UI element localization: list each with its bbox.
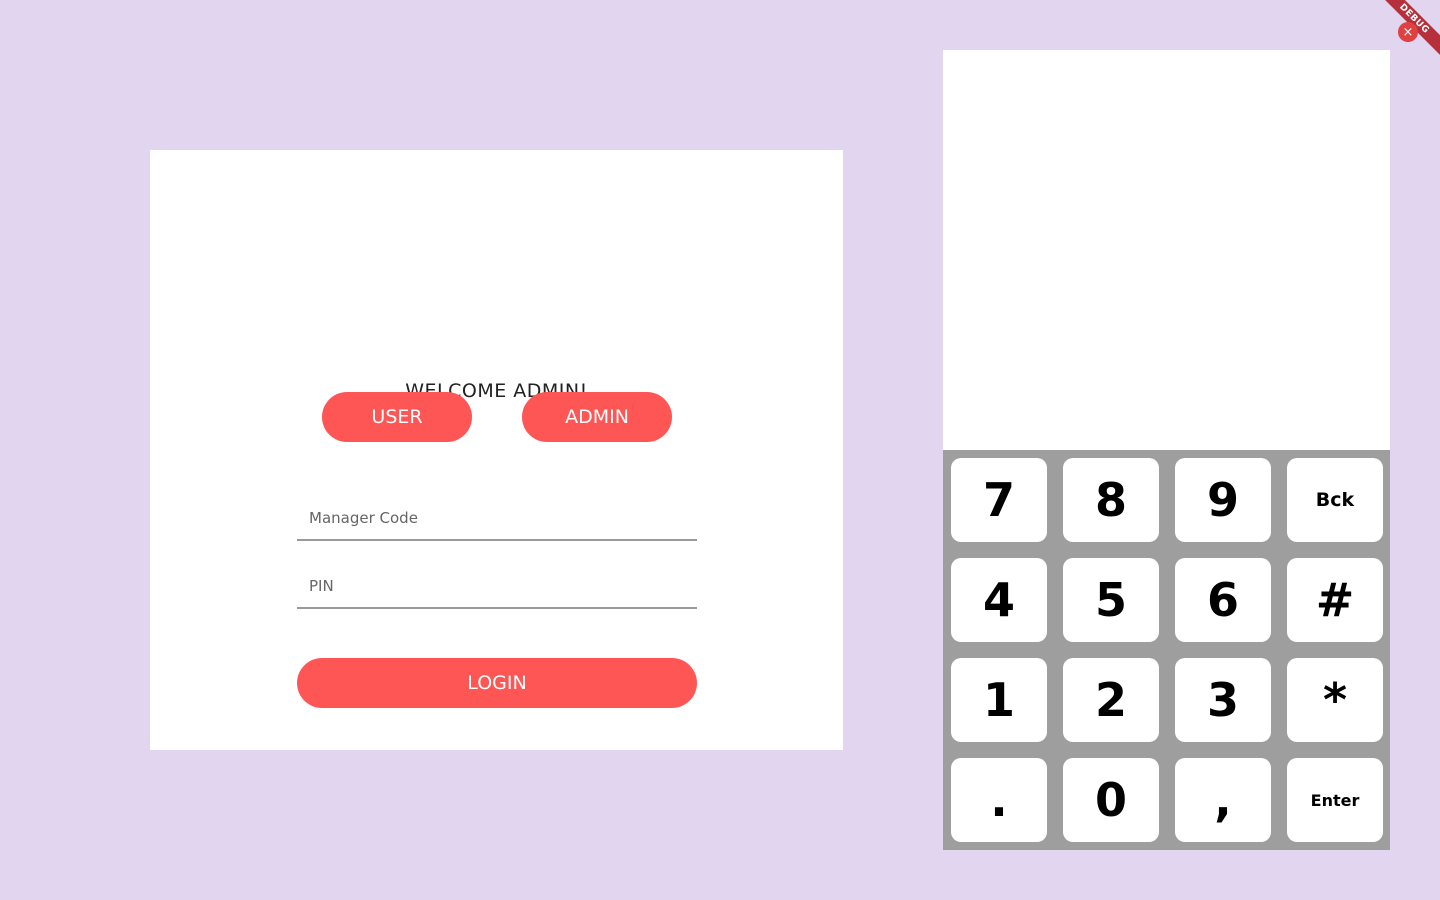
key-0[interactable]: 0 — [1063, 758, 1159, 842]
admin-button[interactable]: ADMIN — [522, 392, 672, 442]
key-period[interactable]: . — [951, 758, 1047, 842]
key-7[interactable]: 7 — [951, 458, 1047, 542]
keypad-display-panel — [943, 50, 1390, 450]
login-button[interactable]: LOGIN — [297, 658, 697, 708]
key-hash[interactable]: # — [1287, 558, 1383, 642]
pin-input[interactable] — [297, 565, 697, 609]
key-9[interactable]: 9 — [1175, 458, 1271, 542]
key-comma[interactable]: , — [1175, 758, 1271, 842]
key-4[interactable]: 4 — [951, 558, 1047, 642]
numeric-keypad: 7 8 9 Bck 4 5 6 # 1 2 3 * . 0 , Enter — [943, 450, 1390, 850]
key-asterisk[interactable]: * — [1287, 658, 1383, 742]
close-icon[interactable]: × — [1398, 22, 1418, 42]
user-button[interactable]: USER — [322, 392, 472, 442]
key-2[interactable]: 2 — [1063, 658, 1159, 742]
key-1[interactable]: 1 — [951, 658, 1047, 742]
key-enter[interactable]: Enter — [1287, 758, 1383, 842]
key-5[interactable]: 5 — [1063, 558, 1159, 642]
key-6[interactable]: 6 — [1175, 558, 1271, 642]
welcome-title: WELCOME ADMIN! — [405, 380, 588, 402]
manager-code-input[interactable] — [297, 497, 697, 541]
key-3[interactable]: 3 — [1175, 658, 1271, 742]
key-backspace[interactable]: Bck — [1287, 458, 1383, 542]
key-8[interactable]: 8 — [1063, 458, 1159, 542]
